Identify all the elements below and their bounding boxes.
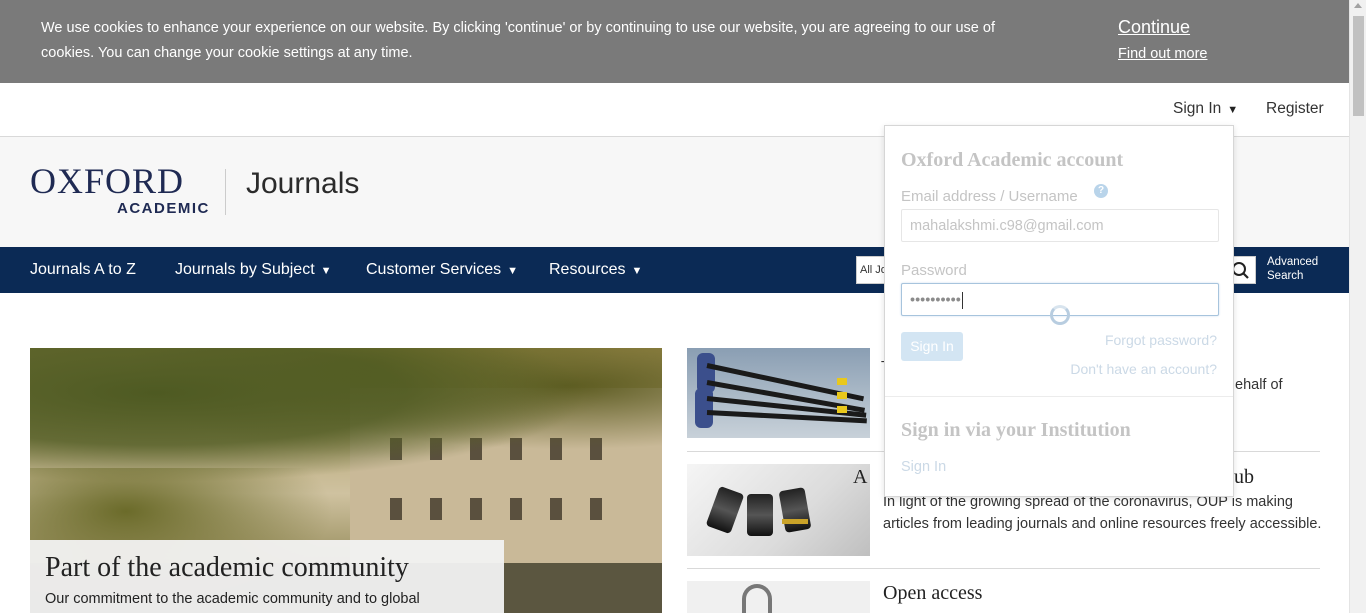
- nav-item-label: Customer Services: [366, 261, 502, 278]
- article-2-text: articles from leading journals and onlin…: [883, 516, 1322, 532]
- create-account-link[interactable]: Don't have an account?: [1070, 361, 1217, 377]
- oar-blade: [837, 392, 847, 399]
- caret-down-icon: ▼: [507, 265, 519, 277]
- advanced-search-link[interactable]: Advanced Search: [1267, 255, 1318, 283]
- article-1-text: ehalf of: [1235, 377, 1283, 393]
- scrollbar-thumb[interactable]: [1353, 16, 1364, 116]
- advanced-search-line2: Search: [1267, 270, 1304, 282]
- email-field[interactable]: mahalakshmi.c98@gmail.com: [901, 209, 1219, 242]
- cookie-banner: We use cookies to enhance your experienc…: [0, 0, 1350, 83]
- nav-resources[interactable]: Resources ▼: [549, 261, 642, 279]
- forgot-password-link[interactable]: Forgot password?: [1105, 332, 1217, 348]
- password-label: Password: [901, 262, 967, 279]
- window: [510, 498, 522, 520]
- nav-journals-by-subject[interactable]: Journals by Subject ▼: [175, 261, 332, 279]
- logo-academic-text: ACADEMIC: [117, 200, 210, 217]
- window: [470, 498, 482, 520]
- nav-item-label: Resources: [549, 261, 626, 278]
- rower: [695, 388, 713, 428]
- account-title: Oxford Academic account: [901, 149, 1124, 171]
- caret-down-icon: ▼: [320, 265, 332, 277]
- nav-item-label: Journals by Subject: [175, 261, 315, 278]
- cookie-message: We use cookies to enhance your experienc…: [41, 20, 995, 61]
- article-3-title[interactable]: Open access: [883, 582, 982, 605]
- article-2-title[interactable]: ub: [1234, 466, 1254, 489]
- microscope-lens: [778, 487, 812, 533]
- microscope-lens: [705, 485, 745, 535]
- nav-customer-services[interactable]: Customer Services ▼: [366, 261, 518, 279]
- register-link[interactable]: Register: [1266, 100, 1324, 118]
- padlock-icon: [742, 584, 772, 613]
- help-icon[interactable]: ?: [1094, 184, 1108, 198]
- window: [430, 498, 442, 520]
- lens-ring: [782, 519, 808, 524]
- nav-journals-a-to-z[interactable]: Journals A to Z: [30, 261, 136, 279]
- caret-down-icon: ▼: [1227, 104, 1239, 116]
- sign-in-label: Sign In: [1173, 100, 1222, 117]
- text-cursor: [961, 292, 963, 309]
- institution-title: Sign in via your Institution: [901, 419, 1131, 441]
- oar-blade: [837, 378, 847, 385]
- article-divider: [687, 568, 1320, 569]
- microscope-lens: [747, 494, 773, 536]
- logo-divider: [225, 169, 226, 215]
- institution-sign-in-link[interactable]: Sign In: [901, 459, 946, 475]
- cookie-find-out-more-link[interactable]: Find out more: [1118, 46, 1207, 62]
- panel-divider: [885, 396, 1233, 397]
- loading-spinner-icon: [1050, 305, 1070, 325]
- page: We use cookies to enhance your experienc…: [0, 0, 1366, 613]
- sign-in-button[interactable]: Sign In: [901, 332, 963, 361]
- cookie-continue-link[interactable]: Continue: [1118, 17, 1190, 38]
- hero-title[interactable]: Part of the academic community: [45, 552, 409, 584]
- oar-blade: [837, 406, 847, 413]
- rowing-article-image[interactable]: [687, 348, 870, 438]
- email-label: Email address / Username: [901, 188, 1078, 205]
- hero-subtitle: Our commitment to the academic community…: [45, 591, 420, 607]
- hero-caption: Part of the academic community Our commi…: [30, 540, 504, 613]
- open-access-image[interactable]: [687, 581, 870, 613]
- advanced-search-line1: Advanced: [1267, 256, 1319, 268]
- nav-item-label: Journals A to Z: [30, 261, 136, 278]
- window: [550, 498, 562, 520]
- window: [390, 498, 402, 520]
- window: [590, 498, 602, 520]
- scroll-up-icon[interactable]: [1354, 3, 1362, 8]
- caret-down-icon: ▼: [631, 265, 643, 277]
- microscope-article-image[interactable]: [687, 464, 870, 556]
- article-2-title-lead[interactable]: A: [853, 466, 867, 489]
- sign-in-dropdown-toggle[interactable]: Sign In ▼: [1173, 100, 1238, 118]
- password-mask: ••••••••••: [910, 292, 961, 309]
- rower: [697, 353, 715, 393]
- site-name[interactable]: Journals: [246, 167, 359, 201]
- page-scrollbar[interactable]: [1349, 0, 1366, 613]
- sign-in-dropdown: Oxford Academic account Email address / …: [884, 125, 1234, 497]
- logo-oxford-text: OXFORD: [30, 161, 185, 201]
